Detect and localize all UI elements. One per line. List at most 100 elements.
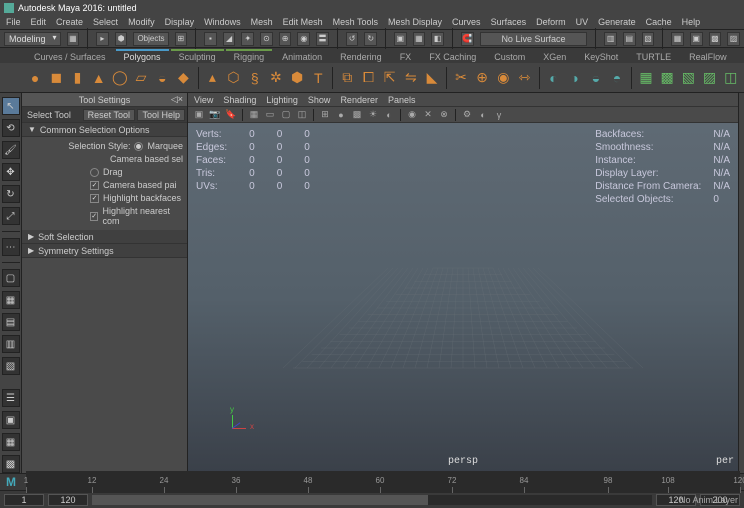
select-mask-icon[interactable]: ▸	[96, 32, 109, 46]
shaded-icon[interactable]: ●	[334, 108, 348, 122]
shelf-tab-keyshot[interactable]: KeyShot	[576, 49, 626, 63]
poly-cone-icon[interactable]: ▲	[90, 66, 108, 90]
panel-menu-renderer[interactable]: Renderer	[340, 95, 378, 105]
history-icon[interactable]: ↺	[346, 32, 359, 46]
xray-joint-icon[interactable]: ⊗	[437, 108, 451, 122]
bookmark-icon[interactable]: 🔖	[224, 108, 238, 122]
history-icon[interactable]: ↻	[364, 32, 377, 46]
textured-icon[interactable]: ▩	[350, 108, 364, 122]
select-tool-icon[interactable]: ↖	[2, 97, 20, 115]
uv-icon[interactable]: ▧	[679, 66, 697, 90]
grid-icon[interactable]: ▦	[247, 108, 261, 122]
xray-icon[interactable]: ✕	[421, 108, 435, 122]
workspace-dropdown[interactable]: Modeling	[4, 32, 61, 46]
menu-edit[interactable]: Edit	[31, 17, 47, 27]
poly-sphere-icon[interactable]: ●	[26, 66, 44, 90]
gamma-icon[interactable]: γ	[492, 108, 506, 122]
paint-select-tool-icon[interactable]: 🖌	[2, 141, 20, 159]
panel-toggle-icon[interactable]: ▤	[623, 32, 636, 46]
sculpt-icon[interactable]: ◓	[608, 66, 626, 90]
layout-icon[interactable]: ▣	[2, 411, 20, 429]
sculpt-icon[interactable]: ◐	[544, 66, 562, 90]
poly-pipe-icon[interactable]: ⬡	[224, 66, 242, 90]
layout-icon[interactable]: ▧	[2, 357, 20, 375]
menu-mesh[interactable]: Mesh	[251, 17, 273, 27]
wireframe-icon[interactable]: ⊞	[318, 108, 332, 122]
lasso-tool-icon[interactable]: ⟲	[2, 119, 20, 137]
shelf-tab-turtle[interactable]: TURTLE	[628, 49, 679, 63]
uv-icon[interactable]: ▦	[637, 66, 655, 90]
last-tool-icon[interactable]: ⋯	[2, 238, 20, 256]
panel-toggle-icon[interactable]: ▦	[671, 32, 684, 46]
panel-menu-view[interactable]: View	[194, 95, 213, 105]
menu-display[interactable]: Display	[165, 17, 195, 27]
shelf-tab-animation[interactable]: Animation	[274, 49, 330, 63]
live-surface-field[interactable]: No Live Surface	[480, 32, 588, 46]
rotate-tool-icon[interactable]: ↻	[2, 185, 20, 203]
snap-icon[interactable]: ⊕	[279, 32, 292, 46]
menu-mesh-tools[interactable]: Mesh Tools	[333, 17, 378, 27]
isolate-icon[interactable]: ◉	[405, 108, 419, 122]
shelf-tab-polygons[interactable]: Polygons	[116, 49, 169, 63]
timeline-track[interactable]: 11224364860728498108120	[26, 471, 740, 493]
poly-cylinder-icon[interactable]: ▮	[68, 66, 86, 90]
menu-curves[interactable]: Curves	[452, 17, 481, 27]
poly-pyramid-icon[interactable]: ▴	[203, 66, 221, 90]
poly-torus-icon[interactable]: ◯	[111, 66, 129, 90]
target-weld-icon[interactable]: ⊕	[473, 66, 491, 90]
layout-four-icon[interactable]: ▦	[2, 291, 20, 309]
menu-mesh-display[interactable]: Mesh Display	[388, 17, 442, 27]
scale-tool-icon[interactable]: ⤢	[2, 207, 20, 225]
vp-renderer-icon[interactable]: ⚙	[460, 108, 474, 122]
sculpt-icon[interactable]: ◒	[587, 66, 605, 90]
menu-uv[interactable]: UV	[576, 17, 589, 27]
panel-toggle-icon[interactable]: ▥	[604, 32, 617, 46]
panel-menu-show[interactable]: Show	[308, 95, 331, 105]
shelf-tab-sculpting[interactable]: Sculpting	[171, 49, 224, 63]
panel-toggle-icon[interactable]: ▨	[727, 32, 740, 46]
light-icon[interactable]: ☀	[366, 108, 380, 122]
gate-mask-icon[interactable]: ◫	[295, 108, 309, 122]
poly-plane-icon[interactable]: ▱	[132, 66, 150, 90]
sculpt-icon[interactable]: ◑	[566, 66, 584, 90]
menu-generate[interactable]: Generate	[598, 17, 636, 27]
panel-menu-panels[interactable]: Panels	[388, 95, 416, 105]
poly-disc-icon[interactable]: ◒	[153, 66, 171, 90]
shadow-icon[interactable]: ◐	[382, 108, 396, 122]
close-icon[interactable]: ◁×	[171, 94, 183, 105]
mirror-icon[interactable]: ⇿	[515, 66, 533, 90]
highlight-backfaces-checkbox[interactable]	[90, 194, 99, 203]
snap-icon[interactable]: ◢	[223, 32, 236, 46]
panel-menu-lighting[interactable]: Lighting	[266, 95, 298, 105]
menu-help[interactable]: Help	[682, 17, 701, 27]
render-icon[interactable]: ▦	[413, 32, 426, 46]
panel-icon[interactable]: ▣	[192, 108, 206, 122]
multicut-icon[interactable]: ✂	[452, 66, 470, 90]
uv-icon[interactable]: ▩	[658, 66, 676, 90]
extrude-icon[interactable]: ⇱	[381, 66, 399, 90]
time-slider[interactable]: M 11224364860728498108120	[0, 473, 744, 490]
poly-soccer-icon[interactable]: ⬢	[288, 66, 306, 90]
bevel-icon[interactable]: ◣	[423, 66, 441, 90]
shelf-tab-rendering[interactable]: Rendering	[332, 49, 390, 63]
outliner-icon[interactable]: ☰	[2, 389, 20, 407]
uv-icon[interactable]: ◫	[722, 66, 740, 90]
live-icon[interactable]: 🧲	[461, 32, 474, 46]
snap-icon[interactable]: ✦	[241, 32, 254, 46]
exposure-icon[interactable]: ◐	[476, 108, 490, 122]
menu-modify[interactable]: Modify	[128, 17, 155, 27]
shelf-tab-fx-caching[interactable]: FX Caching	[421, 49, 484, 63]
layout-single-icon[interactable]: ▢	[2, 269, 20, 287]
panel-toggle-icon[interactable]: ▣	[690, 32, 703, 46]
panel-toggle-icon[interactable]: ▧	[642, 32, 655, 46]
snap-icon[interactable]: ⊞	[175, 32, 188, 46]
layout-icon[interactable]: ▩	[2, 455, 20, 473]
shelf-tab-realflow[interactable]: RealFlow	[681, 49, 735, 63]
res-gate-icon[interactable]: ▢	[279, 108, 293, 122]
common-selection-header[interactable]: ▼ Common Selection Options	[22, 123, 187, 137]
separate-icon[interactable]: ⧠	[359, 66, 377, 90]
menu-deform[interactable]: Deform	[536, 17, 566, 27]
shelf-tab-custom[interactable]: Custom	[486, 49, 533, 63]
menu-windows[interactable]: Windows	[204, 17, 241, 27]
panel-toggle-icon[interactable]: ▩	[709, 32, 722, 46]
